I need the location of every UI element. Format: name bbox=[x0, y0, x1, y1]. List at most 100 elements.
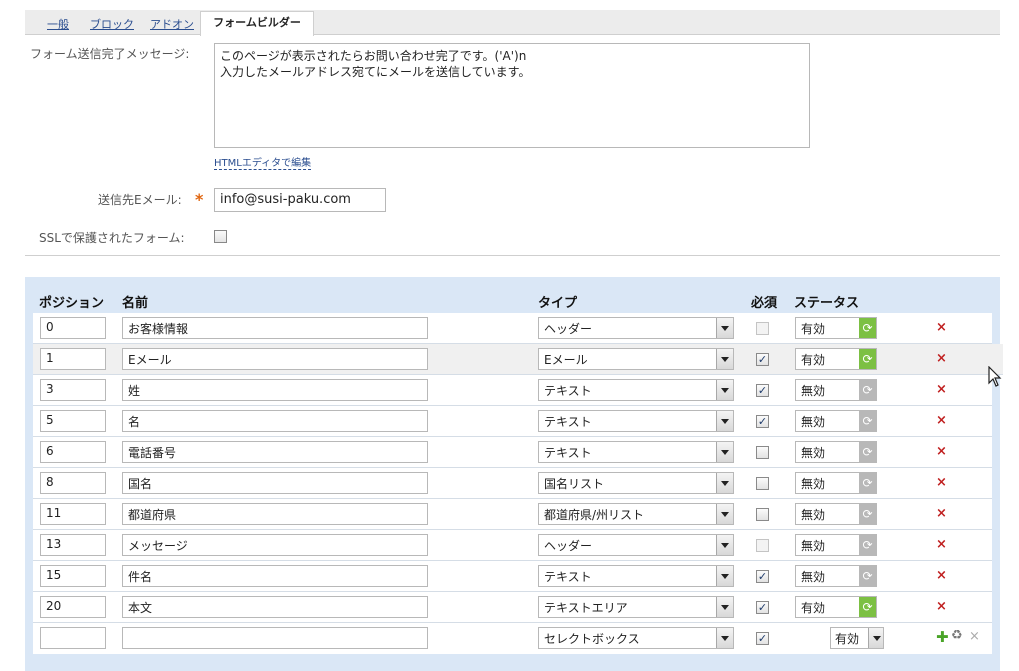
refresh-icon[interactable]: ⟳ bbox=[859, 442, 876, 462]
position-input[interactable]: 15 bbox=[40, 565, 106, 587]
html-editor-link[interactable]: HTMLエディタで編集 bbox=[214, 154, 312, 170]
ssl-checkbox[interactable] bbox=[214, 230, 227, 243]
status-field[interactable]: 無効 ⟳ bbox=[795, 565, 877, 587]
type-select[interactable]: ヘッダー bbox=[538, 317, 734, 339]
refresh-icon[interactable]: ⟳ bbox=[859, 504, 876, 524]
refresh-icon[interactable]: ⟳ bbox=[859, 318, 876, 338]
type-select[interactable]: テキストエリア bbox=[538, 596, 734, 618]
required-checkbox[interactable]: ✓ bbox=[756, 632, 769, 645]
status-select[interactable]: 有効 bbox=[830, 627, 884, 649]
name-input[interactable]: 都道府県 bbox=[122, 503, 428, 525]
name-input[interactable]: Eメール bbox=[122, 348, 428, 370]
status-field[interactable]: 無効 ⟳ bbox=[795, 441, 877, 463]
status-field[interactable]: 有効 ⟳ bbox=[795, 348, 877, 370]
name-input[interactable]: お客様情報 bbox=[122, 317, 428, 339]
chevron-down-icon[interactable] bbox=[716, 628, 733, 648]
tab-form-builder[interactable]: フォームビルダー bbox=[200, 11, 314, 36]
refresh-icon[interactable]: ⟳ bbox=[859, 535, 876, 555]
chevron-down-icon[interactable] bbox=[716, 597, 733, 617]
refresh-icon[interactable]: ⟳ bbox=[859, 597, 876, 617]
required-checkbox[interactable]: ✓ bbox=[756, 415, 769, 428]
name-input[interactable]: メッセージ bbox=[122, 534, 428, 556]
name-input[interactable]: 名 bbox=[122, 410, 428, 432]
status-field[interactable]: 無効 ⟳ bbox=[795, 379, 877, 401]
type-select[interactable]: テキスト bbox=[538, 441, 734, 463]
status-field[interactable]: 有効 ⟳ bbox=[795, 317, 877, 339]
delete-icon[interactable]: × bbox=[936, 568, 947, 583]
type-select-value: 国名リスト bbox=[544, 477, 605, 491]
delete-icon[interactable]: × bbox=[936, 382, 947, 397]
name-input[interactable]: 国名 bbox=[122, 472, 428, 494]
email-field[interactable]: info@susi-paku.com bbox=[214, 188, 386, 212]
position-input[interactable]: 0 bbox=[40, 317, 106, 339]
chevron-down-icon[interactable] bbox=[716, 318, 733, 338]
type-select[interactable]: 都道府県/州リスト bbox=[538, 503, 734, 525]
refresh-icon[interactable]: ⟳ bbox=[859, 473, 876, 493]
tab-general[interactable]: 一般 bbox=[47, 16, 69, 32]
required-checkbox[interactable]: ✓ bbox=[756, 601, 769, 614]
status-field[interactable]: 無効 ⟳ bbox=[795, 503, 877, 525]
position-input[interactable] bbox=[40, 627, 106, 649]
status-field[interactable]: 無効 ⟳ bbox=[795, 534, 877, 556]
name-input[interactable]: 姓 bbox=[122, 379, 428, 401]
name-input[interactable]: 件名 bbox=[122, 565, 428, 587]
position-input[interactable]: 1 bbox=[40, 348, 106, 370]
chevron-down-icon[interactable] bbox=[716, 504, 733, 524]
position-input[interactable]: 5 bbox=[40, 410, 106, 432]
chevron-down-icon[interactable] bbox=[716, 349, 733, 369]
status-field[interactable]: 無効 ⟳ bbox=[795, 472, 877, 494]
chevron-down-icon[interactable] bbox=[716, 411, 733, 431]
type-select[interactable]: 国名リスト bbox=[538, 472, 734, 494]
refresh-icon[interactable]: ⟳ bbox=[859, 349, 876, 369]
add-icon[interactable]: ✚ bbox=[936, 628, 949, 646]
chevron-down-icon[interactable] bbox=[868, 628, 883, 648]
position-input[interactable]: 3 bbox=[40, 379, 106, 401]
chevron-down-icon[interactable] bbox=[716, 473, 733, 493]
required-checkbox[interactable] bbox=[756, 446, 769, 459]
delete-icon[interactable]: × bbox=[936, 506, 947, 521]
refresh-icon[interactable]: ⟳ bbox=[859, 566, 876, 586]
close-icon[interactable]: × bbox=[969, 629, 980, 644]
chevron-down-icon[interactable] bbox=[716, 566, 733, 586]
chevron-down-icon[interactable] bbox=[716, 380, 733, 400]
delete-icon[interactable]: × bbox=[936, 599, 947, 614]
refresh-icon[interactable]: ⟳ bbox=[859, 380, 876, 400]
delete-icon[interactable]: × bbox=[936, 537, 947, 552]
chevron-down-icon[interactable] bbox=[716, 535, 733, 555]
delete-icon[interactable]: × bbox=[936, 413, 947, 428]
refresh-icon[interactable]: ⟳ bbox=[859, 411, 876, 431]
name-input[interactable]: 本文 bbox=[122, 596, 428, 618]
status-field[interactable]: 無効 ⟳ bbox=[795, 410, 877, 432]
name-input[interactable] bbox=[122, 627, 428, 649]
recycle-icon[interactable]: ♻ bbox=[951, 628, 963, 643]
position-input[interactable]: 8 bbox=[40, 472, 106, 494]
chevron-down-icon[interactable] bbox=[716, 442, 733, 462]
position-input[interactable]: 13 bbox=[40, 534, 106, 556]
delete-icon[interactable]: × bbox=[936, 444, 947, 459]
required-checkbox[interactable]: ✓ bbox=[756, 353, 769, 366]
position-input[interactable]: 20 bbox=[40, 596, 106, 618]
tab-addons[interactable]: アドオン bbox=[150, 16, 194, 32]
required-checkbox[interactable] bbox=[756, 508, 769, 521]
type-select[interactable]: Eメール bbox=[538, 348, 734, 370]
required-checkbox[interactable]: ✓ bbox=[756, 384, 769, 397]
required-checkbox[interactable] bbox=[756, 477, 769, 490]
type-select-value: 都道府県/州リスト bbox=[544, 508, 645, 522]
required-checkbox[interactable]: ✓ bbox=[756, 570, 769, 583]
delete-icon[interactable]: × bbox=[936, 320, 947, 335]
type-select[interactable]: ヘッダー bbox=[538, 534, 734, 556]
status-field[interactable]: 有効 ⟳ bbox=[795, 596, 877, 618]
table-row: 8 国名 国名リスト 無効 ⟳ × bbox=[33, 468, 992, 499]
position-input[interactable]: 11 bbox=[40, 503, 106, 525]
position-input[interactable]: 6 bbox=[40, 441, 106, 463]
name-input[interactable]: 電話番号 bbox=[122, 441, 428, 463]
type-select-value: テキスト bbox=[544, 446, 592, 460]
type-select[interactable]: テキスト bbox=[538, 379, 734, 401]
type-select[interactable]: テキスト bbox=[538, 410, 734, 432]
type-select[interactable]: セレクトボックス bbox=[538, 627, 734, 649]
tab-blocks[interactable]: ブロック bbox=[90, 16, 134, 32]
completion-message-textarea[interactable]: このページが表示されたらお問い合わせ完了です。('A')n 入力したメールアドレ… bbox=[214, 43, 810, 148]
delete-icon[interactable]: × bbox=[936, 351, 947, 366]
delete-icon[interactable]: × bbox=[936, 475, 947, 490]
type-select[interactable]: テキスト bbox=[538, 565, 734, 587]
